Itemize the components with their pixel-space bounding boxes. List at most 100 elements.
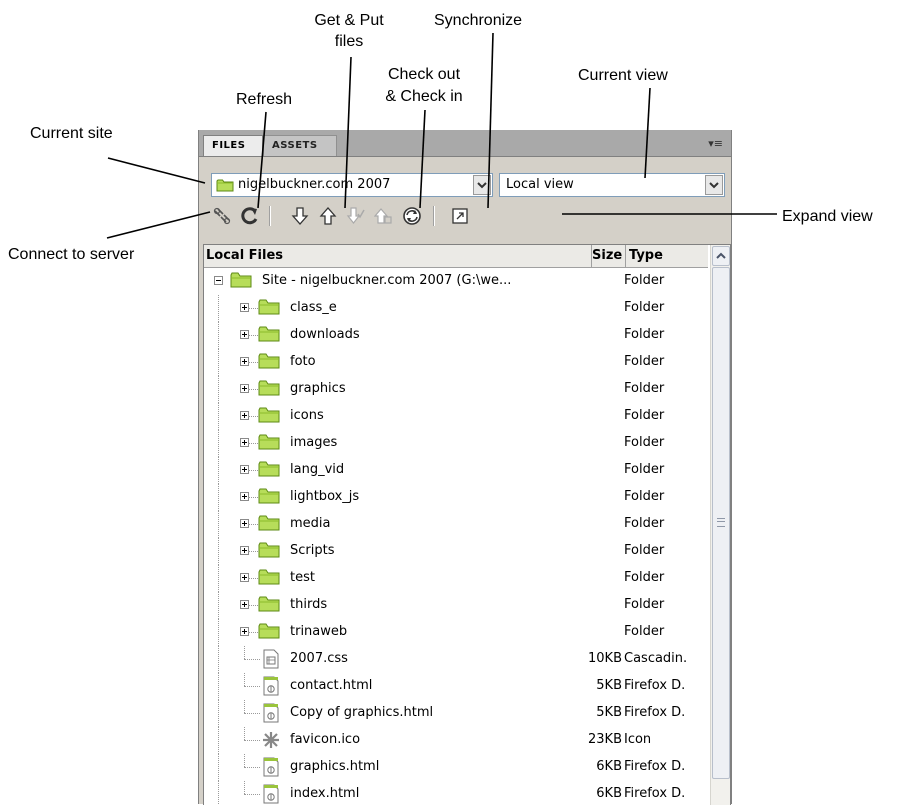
column-size[interactable]: Size	[592, 245, 626, 267]
tree-row-folder[interactable]: Scripts Folder	[204, 538, 708, 565]
tree-row-file[interactable]: Copy of graphics.html 5KB Firefox D.	[204, 700, 708, 727]
current-site-select[interactable]: nigelbuckner.com 2007	[211, 173, 493, 197]
file-name: lang_vid	[290, 462, 345, 477]
current-view-value: Local view	[506, 177, 574, 192]
get-icon[interactable]	[289, 204, 311, 228]
callout-synchronize: Synchronize	[434, 12, 523, 29]
tree-row-root[interactable]: Site - nigelbuckner.com 2007 (G:\we... Fo…	[204, 268, 708, 295]
tree-row-file[interactable]: index.html 6KB Firefox D.	[204, 781, 708, 805]
folder-icon	[258, 487, 280, 507]
tree-line	[218, 403, 219, 430]
connect-icon[interactable]	[211, 204, 233, 228]
folder-icon	[258, 379, 280, 399]
tree-row-folder[interactable]: trinaweb Folder	[204, 619, 708, 646]
vertical-scrollbar[interactable]	[710, 245, 730, 805]
callout-current-view: Current view	[578, 67, 668, 84]
folder-icon	[258, 595, 280, 615]
tree-row-folder[interactable]: foto Folder	[204, 349, 708, 376]
tree-line	[248, 308, 258, 309]
file-type: Folder	[624, 300, 665, 315]
file-name: Copy of graphics.html	[290, 705, 434, 720]
tree-row-folder[interactable]: lang_vid Folder	[204, 457, 708, 484]
tree-line	[218, 322, 219, 349]
refresh-icon[interactable]	[239, 204, 261, 228]
file-size: 10KB	[588, 651, 622, 666]
grip-icon	[717, 518, 725, 527]
file-type: Folder	[624, 327, 665, 342]
file-name: graphics	[290, 381, 346, 396]
put-icon[interactable]	[317, 204, 339, 228]
folder-icon	[258, 622, 280, 642]
tree-row-file[interactable]: favicon.ico 23KB Icon	[204, 727, 708, 754]
folder-icon	[258, 514, 280, 534]
scroll-up-icon[interactable]	[712, 246, 730, 266]
tree-line	[218, 295, 219, 322]
chevron-down-icon[interactable]	[705, 175, 723, 195]
tree-row-folder[interactable]: downloads Folder	[204, 322, 708, 349]
tree-line	[244, 673, 245, 686]
checkin-icon[interactable]	[373, 204, 395, 228]
file-type: Folder	[624, 516, 665, 531]
chevron-down-icon[interactable]	[473, 175, 491, 195]
file-type: Folder	[624, 354, 665, 369]
scroll-thumb[interactable]	[712, 267, 730, 779]
callout-connect: Connect to server	[8, 246, 135, 263]
tab-files[interactable]: FILES	[203, 135, 263, 156]
file-type: Firefox D.	[624, 705, 686, 720]
tree-line	[218, 592, 219, 619]
file-name: trinaweb	[290, 624, 348, 639]
folder-icon	[258, 541, 280, 561]
tree-line	[218, 457, 219, 484]
tree-row-folder[interactable]: icons Folder	[204, 403, 708, 430]
callout-expand: Expand view	[782, 208, 873, 225]
tree-row-folder[interactable]: test Folder	[204, 565, 708, 592]
tree-row-file[interactable]: contact.html 5KB Firefox D.	[204, 673, 708, 700]
folder-icon	[258, 433, 280, 453]
tree-line	[218, 754, 219, 781]
file-type: Folder	[624, 273, 665, 288]
file-type: Folder	[624, 435, 665, 450]
checkout-icon[interactable]	[345, 204, 367, 228]
options-menu-icon[interactable]: ▾≡	[708, 137, 723, 150]
tree-line	[244, 754, 245, 767]
tree-line	[248, 605, 258, 606]
current-view-select[interactable]: Local view	[499, 173, 725, 197]
synchronize-icon[interactable]	[401, 204, 423, 228]
file-name: images	[290, 435, 338, 450]
file-type: Folder	[624, 624, 665, 639]
tree-line	[248, 335, 258, 336]
tree-line	[248, 470, 258, 471]
html-file-icon	[260, 784, 282, 804]
file-rows: Site - nigelbuckner.com 2007 (G:\we... Fo…	[204, 268, 708, 805]
file-name: graphics.html	[290, 759, 380, 774]
column-local-files[interactable]: Local Files	[204, 245, 592, 267]
tree-line	[218, 538, 219, 565]
file-type: Folder	[624, 408, 665, 423]
file-name: Scripts	[290, 543, 335, 558]
collapse-minus-icon[interactable]	[214, 276, 223, 285]
file-size: 5KB	[596, 705, 622, 720]
folder-icon	[258, 406, 280, 426]
file-name: test	[290, 570, 315, 585]
tree-line	[218, 565, 219, 592]
tree-line	[218, 646, 219, 673]
html-file-icon	[260, 676, 282, 696]
tree-line	[244, 659, 260, 660]
files-toolbar	[205, 201, 725, 231]
file-name: icons	[290, 408, 324, 423]
column-type[interactable]: Type	[626, 245, 708, 267]
tree-row-folder[interactable]: media Folder	[204, 511, 708, 538]
tree-row-folder[interactable]: class_e Folder	[204, 295, 708, 322]
tree-row-folder[interactable]: images Folder	[204, 430, 708, 457]
tree-row-file[interactable]: graphics.html 6KB Firefox D.	[204, 754, 708, 781]
tree-row-folder[interactable]: graphics Folder	[204, 376, 708, 403]
expand-icon[interactable]	[449, 204, 471, 228]
tree-row-folder[interactable]: lightbox_js Folder	[204, 484, 708, 511]
tree-row-file[interactable]: 2007.css 10KB Cascadin.	[204, 646, 708, 673]
tab-assets[interactable]: ASSETS	[263, 135, 337, 156]
tree-line	[244, 794, 260, 795]
tree-row-folder[interactable]: thirds Folder	[204, 592, 708, 619]
tree-line	[244, 781, 245, 794]
file-name: class_e	[290, 300, 337, 315]
tree-line	[248, 497, 258, 498]
